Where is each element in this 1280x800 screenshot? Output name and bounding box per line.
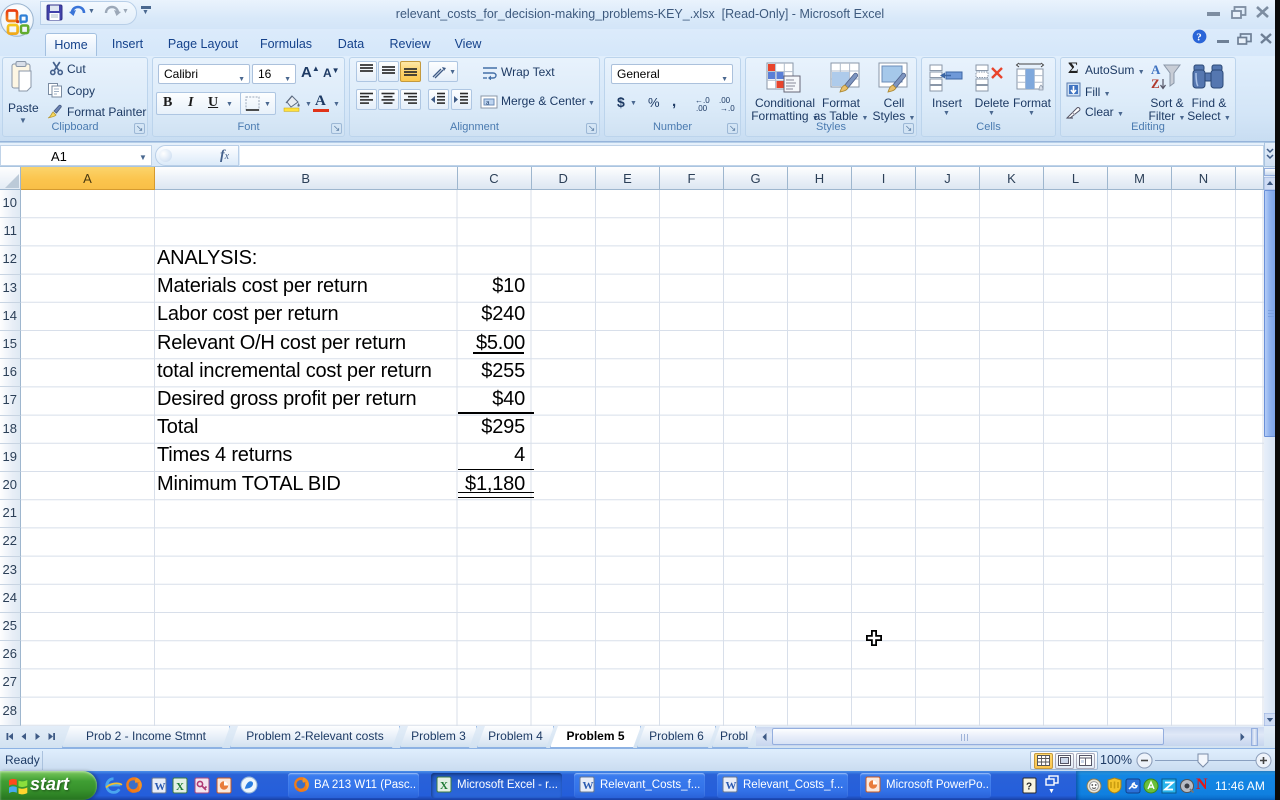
svg-text:Z: Z	[1151, 76, 1160, 91]
svg-text:W: W	[583, 780, 594, 792]
svg-text:X: X	[440, 780, 448, 792]
svg-text:W: W	[155, 781, 166, 793]
svg-text:?: ?	[1026, 782, 1032, 793]
svg-text:X: X	[176, 781, 184, 793]
svg-text:→.0: →.0	[720, 104, 735, 112]
svg-text:.00: .00	[696, 104, 708, 112]
svg-text:?: ?	[1196, 32, 1202, 44]
svg-text:A: A	[1151, 62, 1161, 77]
svg-text:W: W	[726, 780, 737, 792]
